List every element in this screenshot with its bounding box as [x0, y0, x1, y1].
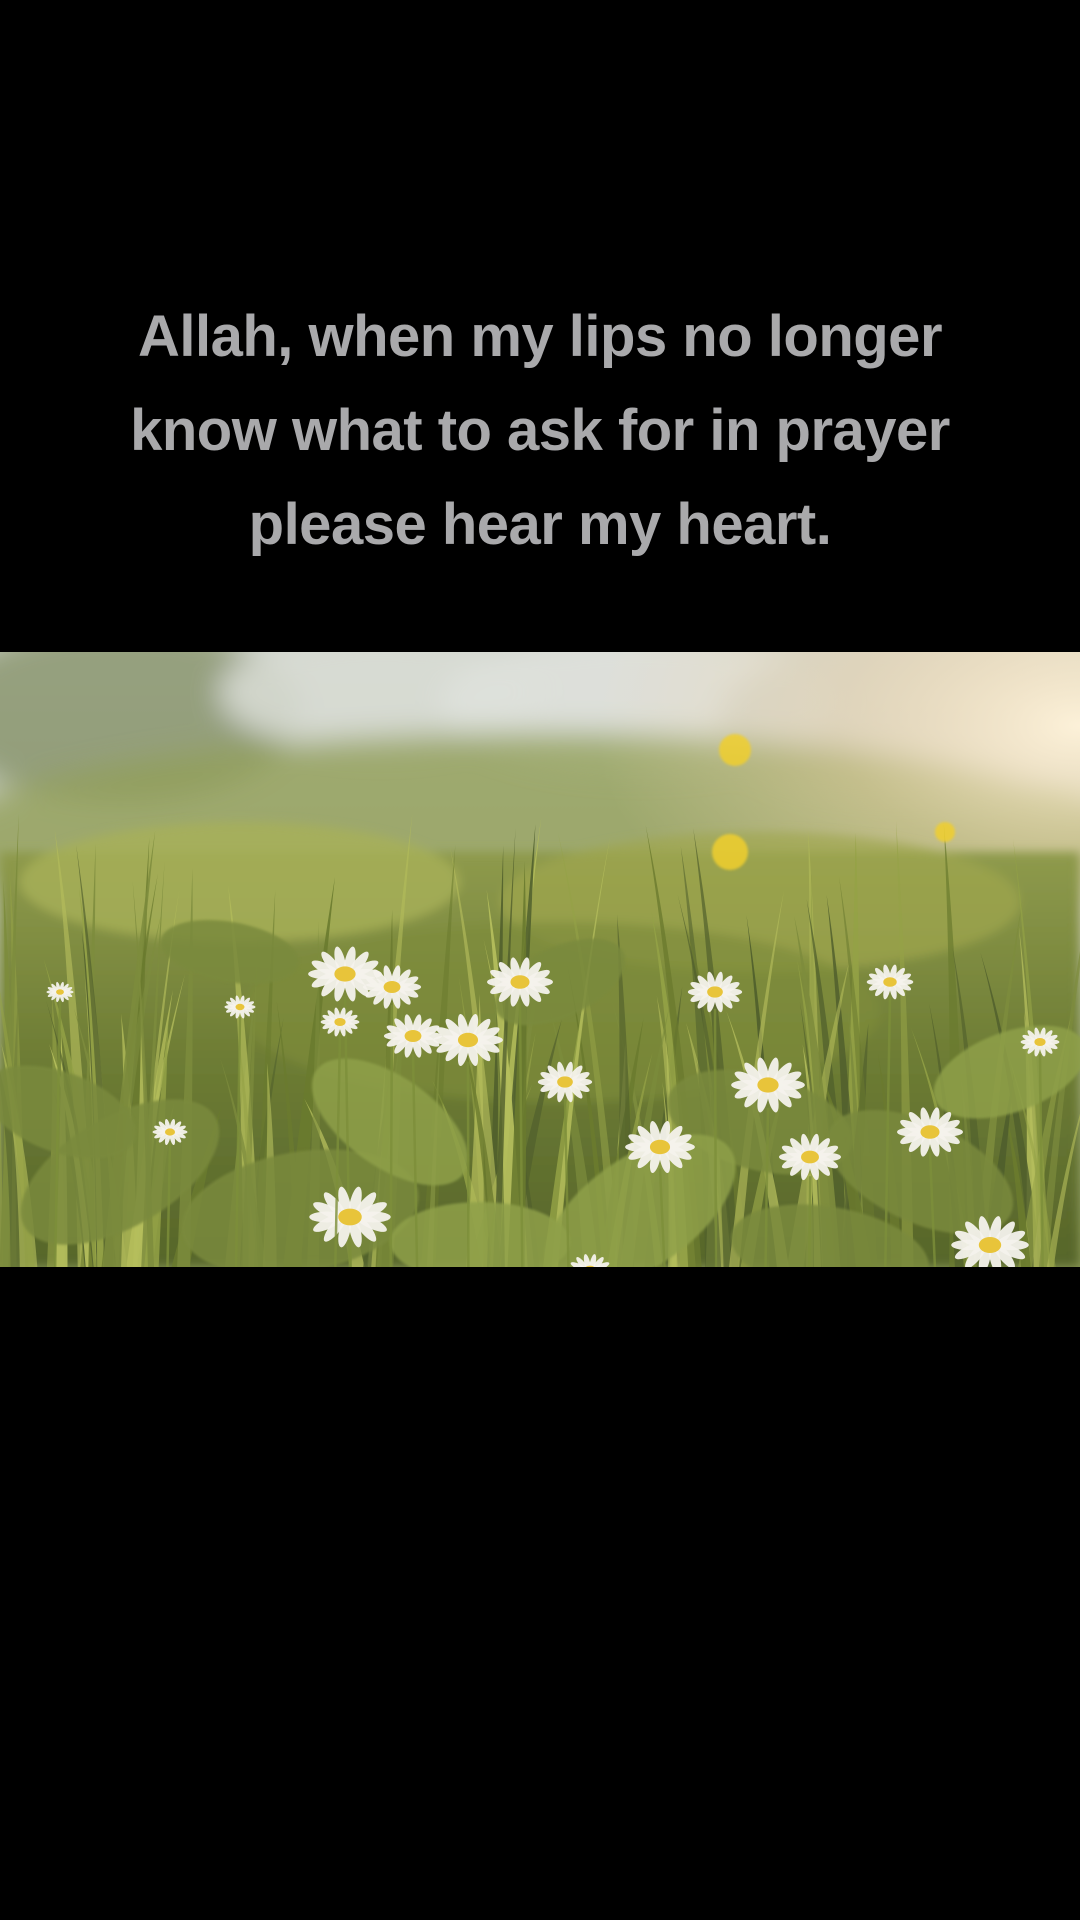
yellow-flower	[712, 834, 748, 870]
yellow-flower	[719, 734, 751, 766]
yellow-flower	[935, 822, 955, 842]
quote-caption: Allah, when my lips no longer know what …	[40, 290, 1040, 572]
quote-line-3: please hear my heart.	[248, 492, 832, 557]
quote-line-2: know what to ask for in prayer	[130, 398, 950, 463]
quote-line-1: Allah, when my lips no longer	[137, 304, 943, 369]
video-frame: Allah, when my lips no longer know what …	[0, 0, 1080, 1920]
meadow-illustration	[0, 652, 1080, 1267]
meadow-photo	[0, 652, 1080, 1267]
